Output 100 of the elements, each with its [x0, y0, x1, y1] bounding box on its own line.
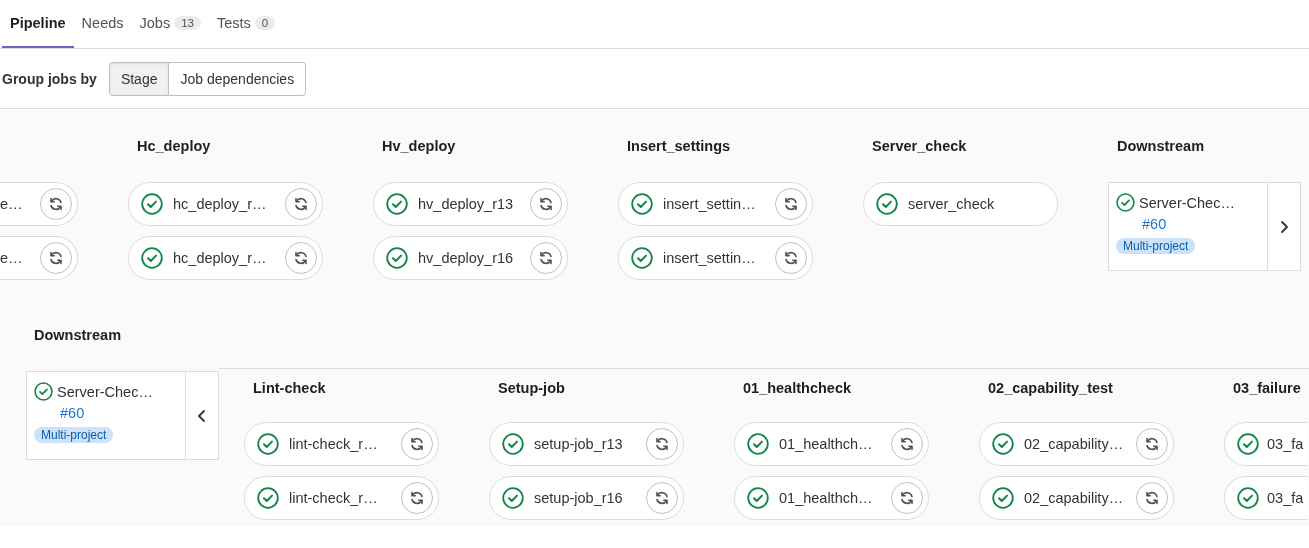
- stage-heading: Hv_deploy: [382, 138, 456, 154]
- retry-button[interactable]: [891, 482, 923, 514]
- check-circle-icon: [502, 487, 524, 509]
- retry-button[interactable]: [646, 482, 678, 514]
- retry-button[interactable]: [401, 428, 433, 460]
- refresh-icon: [783, 250, 799, 266]
- check-circle-icon: [257, 487, 279, 509]
- refresh-icon: [409, 436, 425, 452]
- check-circle-icon: [876, 193, 898, 215]
- job-pill[interactable]: hv_deploy_r13: [373, 182, 568, 226]
- pipeline-link[interactable]: #60: [1142, 216, 1167, 232]
- check-circle-icon: [747, 487, 769, 509]
- retry-button[interactable]: [891, 428, 923, 460]
- retry-button[interactable]: [1136, 428, 1168, 460]
- retry-button[interactable]: [40, 242, 72, 274]
- refresh-icon: [899, 490, 915, 506]
- refresh-icon: [538, 250, 554, 266]
- count-badge: 13: [174, 16, 201, 30]
- job-name: setup-job_r13: [534, 436, 624, 452]
- check-circle-icon: [631, 193, 653, 215]
- job-name: 01_healthch…: [779, 436, 874, 452]
- refresh-icon: [293, 196, 309, 212]
- check-circle-icon: [747, 433, 769, 455]
- job-name: hv_deploy_r16: [418, 250, 515, 266]
- refresh-icon: [48, 250, 64, 266]
- job-name: 03_fa: [1267, 490, 1305, 506]
- refresh-icon: [409, 490, 425, 506]
- job-pill[interactable]: hv_deploy_r16: [373, 236, 568, 280]
- job-pill[interactable]: 01_healthch…: [734, 422, 929, 466]
- job-pill[interactable]: 01_healthch…: [734, 476, 929, 520]
- refresh-icon: [654, 436, 670, 452]
- tab[interactable]: Jobs 13: [131, 0, 209, 48]
- retry-button[interactable]: [285, 188, 317, 220]
- refresh-icon: [899, 436, 915, 452]
- retry-button[interactable]: [401, 482, 433, 514]
- job-pill[interactable]: setup-job_r13: [489, 422, 684, 466]
- retry-button[interactable]: [775, 188, 807, 220]
- job-pill[interactable]: 02_capability…: [979, 476, 1174, 520]
- job-name: 02_capability…: [1024, 436, 1125, 452]
- stage-heading: Lint-check: [253, 380, 326, 396]
- refresh-icon: [783, 196, 799, 212]
- stage-heading: Server_check: [872, 138, 967, 154]
- refresh-icon: [1144, 490, 1160, 506]
- job-name: hv_deploy_r13: [418, 196, 515, 212]
- refresh-icon: [48, 196, 64, 212]
- retry-button[interactable]: [530, 242, 562, 274]
- retry-button[interactable]: [646, 428, 678, 460]
- multi-project-badge: Multi-project: [34, 427, 114, 443]
- chevron-icon: [197, 407, 207, 424]
- job-name: insert_settin…: [663, 250, 757, 266]
- group-option-button[interactable]: Stage: [108, 61, 170, 96]
- check-circle-icon: [141, 247, 163, 269]
- tab[interactable]: Needs: [73, 0, 132, 48]
- multi-project-badge: Multi-project: [1116, 238, 1196, 254]
- job-pill[interactable]: e…: [0, 236, 78, 280]
- check-circle-icon: [1237, 487, 1259, 509]
- group-option-button[interactable]: Job dependencies: [169, 61, 307, 96]
- job-pill[interactable]: hc_deploy_r…: [128, 182, 323, 226]
- retry-button[interactable]: [1136, 482, 1168, 514]
- check-circle-icon: [257, 433, 279, 455]
- refresh-icon: [1144, 436, 1160, 452]
- retry-button[interactable]: [530, 188, 562, 220]
- job-pill[interactable]: 02_capability…: [979, 422, 1174, 466]
- job-pill[interactable]: e…: [0, 182, 78, 226]
- job-pill[interactable]: 03_fa: [1224, 422, 1308, 466]
- refresh-icon: [293, 250, 309, 266]
- retry-button[interactable]: [775, 242, 807, 274]
- job-name: insert_settin…: [663, 196, 757, 212]
- job-pill[interactable]: setup-job_r16: [489, 476, 684, 520]
- pipeline-title: Server-Chec…: [1139, 194, 1235, 211]
- tab[interactable]: Pipeline: [2, 0, 74, 48]
- retry-button[interactable]: [285, 242, 317, 274]
- check-circle-icon: [992, 487, 1014, 509]
- retry-button[interactable]: [40, 188, 72, 220]
- downstream-card[interactable]: Server-Chec… #60 Multi-project: [26, 371, 219, 460]
- job-name: hc_deploy_r…: [173, 250, 268, 266]
- job-pill[interactable]: lint-check_r…: [244, 422, 439, 466]
- job-pill[interactable]: lint-check_r…: [244, 476, 439, 520]
- job-name: lint-check_r…: [289, 490, 379, 506]
- stage-heading: Downstream: [1117, 138, 1205, 154]
- tab[interactable]: Tests 0: [208, 0, 284, 48]
- check-circle-icon: [386, 247, 408, 269]
- pipeline-link[interactable]: #60: [60, 405, 85, 421]
- job-pill[interactable]: server_check: [863, 182, 1058, 226]
- job-name: e…: [0, 250, 24, 266]
- downstream-card[interactable]: Server-Chec… #60 Multi-project: [1108, 182, 1301, 271]
- stage-heading: Hc_deploy: [137, 138, 211, 154]
- job-name: server_check: [908, 196, 996, 212]
- stage-heading: Setup-job: [498, 380, 565, 396]
- stage-heading: Insert_settings: [627, 138, 731, 154]
- group-by-label: Group jobs by: [2, 70, 97, 87]
- check-circle-icon: [34, 382, 53, 401]
- job-pill[interactable]: hc_deploy_r…: [128, 236, 323, 280]
- job-pill[interactable]: insert_settin…: [618, 182, 813, 226]
- stage-heading: 03_failure: [1233, 380, 1301, 396]
- refresh-icon: [654, 490, 670, 506]
- refresh-icon: [538, 196, 554, 212]
- job-name: 01_healthch…: [779, 490, 874, 506]
- job-pill[interactable]: insert_settin…: [618, 236, 813, 280]
- job-pill[interactable]: 03_fa: [1224, 476, 1308, 520]
